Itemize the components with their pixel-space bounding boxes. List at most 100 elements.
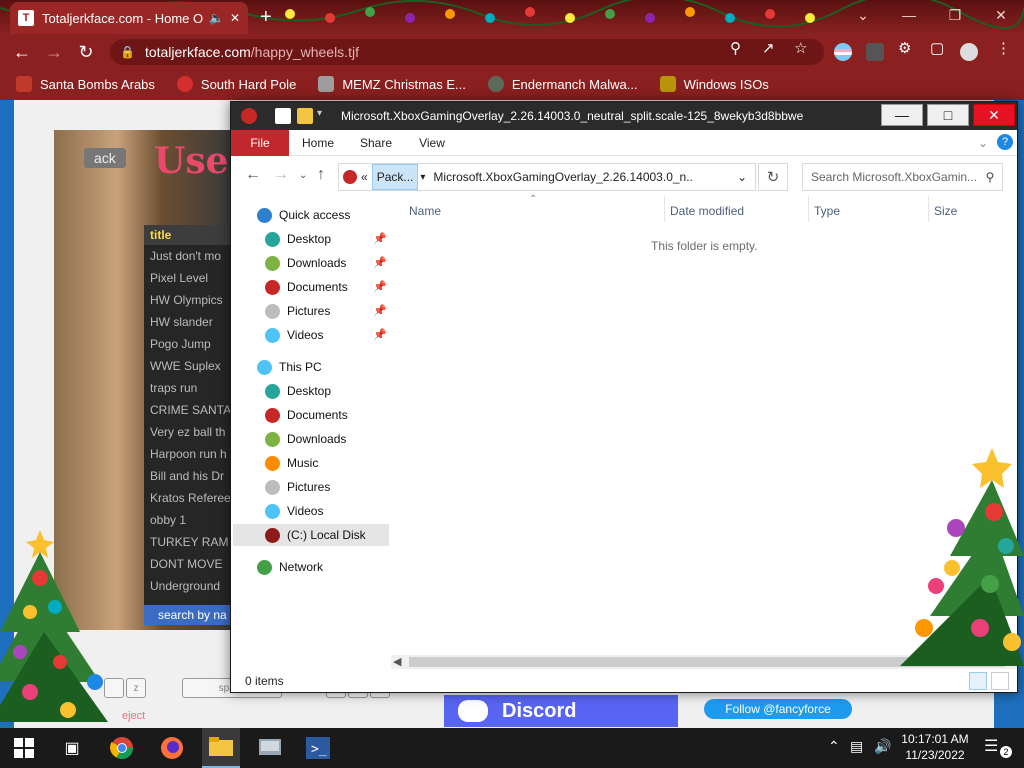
nav-quick-access[interactable]: Quick access [257, 204, 350, 226]
level-row[interactable]: Just don't mo [144, 245, 234, 267]
nav-qa-documents[interactable]: Documents [265, 276, 348, 298]
file-explorer-taskbar-icon[interactable] [202, 728, 240, 768]
help-icon[interactable]: ? [997, 134, 1013, 150]
nav-pc-pictures[interactable]: Pictures [265, 476, 330, 498]
notifications-icon[interactable]: ☰ [984, 736, 998, 756]
level-row[interactable]: WWE Suplex [144, 355, 234, 377]
nav-qa-desktop[interactable]: Desktop [265, 228, 331, 250]
browser-tab-active[interactable]: T Totaljerkface.com - Home Of 🔈 ✕ [10, 2, 248, 34]
explorer-back-icon[interactable]: ← [245, 166, 261, 184]
properties-icon[interactable] [275, 108, 291, 124]
side-panel-icon[interactable]: ▢ [930, 39, 944, 57]
extensions-puzzle-icon[interactable]: ⚙ [898, 39, 911, 57]
pin-icon[interactable]: 📌 [373, 280, 387, 293]
bookmark-star-icon[interactable]: ☆ [794, 39, 807, 57]
level-row[interactable]: Kratos Referee [144, 487, 234, 509]
nav-qa-downloads[interactable]: Downloads [265, 252, 346, 274]
explorer-close-icon[interactable]: ✕ [973, 104, 1015, 126]
tab-home[interactable]: Home [295, 130, 341, 156]
scroll-left-icon[interactable]: ◀ [393, 655, 401, 668]
chrome-menu-icon[interactable]: ⋮ [996, 39, 1011, 57]
column-divider[interactable] [664, 196, 665, 222]
bookmark-item[interactable]: Windows ISOs [659, 76, 769, 92]
nav-pc-music[interactable]: Music [265, 452, 318, 474]
game-back-button[interactable]: ack [84, 148, 126, 168]
show-hidden-icons-icon[interactable]: ⌃ [828, 738, 840, 755]
task-view-icon[interactable]: ▣ [58, 734, 86, 762]
column-date-modified[interactable]: Date modified [670, 204, 744, 218]
address-segment-packages[interactable]: Pack... [371, 164, 419, 190]
address-overflow[interactable]: « [361, 170, 368, 184]
control-panel-taskbar-icon[interactable] [256, 734, 284, 762]
nav-qa-pictures[interactable]: Pictures [265, 300, 330, 322]
pin-icon[interactable]: 📌 [373, 304, 387, 317]
address-path[interactable]: Microsoft.XboxGamingOverlay_2.26.14003.0… [433, 170, 693, 184]
search-by-name-button[interactable]: search by na [144, 605, 234, 625]
level-row[interactable]: HW Olympics [144, 289, 234, 311]
tab-view[interactable]: View [409, 130, 455, 156]
nav-pc-downloads[interactable]: Downloads [265, 428, 346, 450]
nav-qa-videos[interactable]: Videos [265, 324, 323, 346]
level-row[interactable]: Very ez ball th [144, 421, 234, 443]
new-folder-icon[interactable] [297, 108, 313, 124]
s-extension-icon[interactable] [866, 43, 884, 61]
address-dropdown-icon[interactable]: ⌄ [737, 170, 747, 184]
level-row[interactable]: Pixel Level [144, 267, 234, 289]
tab-close-icon[interactable]: ✕ [230, 11, 240, 25]
bookmark-item[interactable]: Santa Bombs Arabs [16, 76, 155, 92]
column-name[interactable]: Name [409, 204, 441, 218]
level-row[interactable]: traps run [144, 377, 234, 399]
nav-local-disk[interactable]: (C:) Local Disk [233, 524, 389, 546]
pin-icon[interactable]: 📌 [373, 256, 387, 269]
address-bar[interactable]: 🔒 totaljerkface.com/happy_wheels.tjf [110, 39, 824, 65]
forward-arrow-icon[interactable]: → [42, 40, 66, 64]
restore-icon[interactable]: ❐ [932, 0, 978, 30]
up-folder-icon[interactable]: ↑ [317, 166, 325, 184]
share-icon[interactable]: ↗ [762, 39, 775, 57]
level-row[interactable]: Underground [144, 575, 234, 597]
discord-banner[interactable]: Discord [444, 695, 678, 727]
start-button-icon[interactable] [10, 734, 38, 762]
profile-avatar-icon[interactable] [960, 43, 978, 61]
level-row[interactable]: Pogo Jump [144, 333, 234, 355]
qat-dropdown-icon[interactable]: ▾ [317, 108, 333, 124]
level-row[interactable]: DONT MOVE [144, 553, 234, 575]
tab-file[interactable]: File [231, 130, 289, 156]
column-divider[interactable] [928, 196, 929, 222]
volume-tray-icon[interactable]: 🔊 [874, 738, 891, 755]
level-row[interactable]: Harpoon run h [144, 443, 234, 465]
level-row[interactable]: HW slander [144, 311, 234, 333]
close-window-icon[interactable]: ✕ [978, 0, 1024, 30]
nav-pc-desktop[interactable]: Desktop [265, 380, 331, 402]
level-list-header[interactable]: title [144, 225, 234, 245]
level-row[interactable]: obby 1 [144, 509, 234, 531]
level-row[interactable]: CRIME SANTA [144, 399, 234, 421]
network-tray-icon[interactable]: ▤ [850, 738, 863, 755]
bookmark-item[interactable]: MEMZ Christmas E... [318, 76, 466, 92]
ribbon-expand-icon[interactable]: ⌄ [975, 130, 991, 156]
column-size[interactable]: Size [934, 204, 957, 218]
recent-locations-icon[interactable]: ⌄ [299, 170, 307, 181]
speaker-icon[interactable]: 🔈 [209, 11, 224, 25]
bookmark-item[interactable]: Endermanch Malwa... [487, 76, 638, 92]
twitter-follow-button[interactable]: Follow @fancyforce [704, 699, 852, 719]
flag-extension-icon[interactable] [834, 43, 852, 61]
tab-share[interactable]: Share [353, 130, 399, 156]
powershell-taskbar-icon[interactable]: >_ [304, 734, 332, 762]
level-row[interactable]: TURKEY RAM [144, 531, 234, 553]
nav-this-pc[interactable]: This PC [257, 356, 322, 378]
minimize-icon[interactable]: — [886, 0, 932, 30]
column-divider[interactable] [808, 196, 809, 222]
tab-search-icon[interactable]: ⌄ [840, 0, 886, 30]
reload-icon[interactable]: ↻ [74, 40, 98, 64]
segment-chevron-icon[interactable]: ▾ [420, 172, 425, 183]
taskbar-clock[interactable]: 10:17:01 AM 11/23/2022 [896, 731, 974, 763]
pin-icon[interactable]: 📌 [373, 328, 387, 341]
nav-network[interactable]: Network [257, 556, 323, 578]
nav-pc-documents[interactable]: Documents [265, 404, 348, 426]
explorer-search-input[interactable]: Search Microsoft.XboxGamin... ⚲ [802, 163, 1003, 191]
column-type[interactable]: Type [814, 204, 840, 218]
address-box[interactable]: « Pack... ▾ Microsoft.XboxGamingOverlay_… [338, 163, 756, 191]
firefox-taskbar-icon[interactable] [158, 734, 186, 762]
explorer-maximize-icon[interactable]: □ [927, 104, 969, 126]
